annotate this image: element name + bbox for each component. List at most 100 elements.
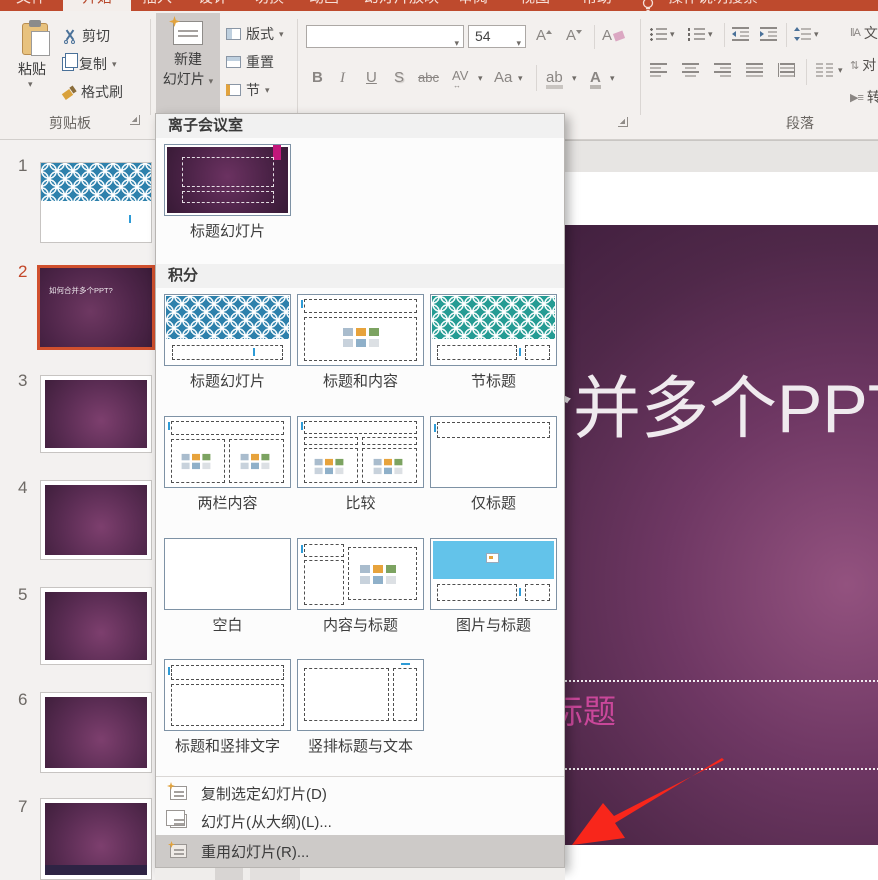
font-dialog-launcher-icon[interactable] — [618, 117, 628, 127]
highlight-color-arrow[interactable]: ▾ — [572, 73, 577, 84]
font-size-combobox[interactable]: 54 ▾ — [468, 25, 526, 48]
layout-button[interactable]: 版式 ▾ — [226, 23, 284, 45]
format-painter-button[interactable]: 格式刷 — [62, 81, 123, 103]
tab-file[interactable]: 文件 — [10, 0, 52, 11]
section-icon — [226, 84, 241, 96]
tab-slideshow[interactable]: 幻灯片放映 — [358, 0, 445, 11]
smartart-button[interactable]: ▶≡转 — [850, 87, 878, 107]
tab-slideshow-label: 幻灯片放映 — [364, 0, 439, 6]
align-center-icon[interactable] — [682, 63, 699, 77]
font-size-dropdown-arrow[interactable]: ▾ — [516, 33, 521, 54]
tab-home[interactable]: 开始 — [63, 0, 131, 11]
slide-canvas[interactable]: 如何合并多个PPT? 标题 — [565, 225, 878, 845]
font-color-button[interactable]: A — [590, 67, 601, 89]
bullets-arrow[interactable]: ▾ — [670, 29, 675, 40]
reset-button[interactable]: 重置 — [226, 51, 274, 73]
layout-option-two-content[interactable]: 两栏内容 — [164, 416, 291, 513]
layout-thumbnail — [164, 294, 291, 366]
paste-button[interactable]: 粘贴 ▾ — [4, 13, 60, 113]
numbering-icon[interactable] — [688, 27, 705, 41]
new-slide-button[interactable]: 新建 幻灯片 ▾ — [156, 13, 220, 115]
layout-option-comparison[interactable]: 比较 — [297, 416, 424, 513]
change-case-arrow[interactable]: ▾ — [518, 73, 523, 84]
layout-option-blank[interactable]: 空白 — [164, 538, 291, 635]
slide-thumbnail-6[interactable] — [40, 692, 152, 773]
group-divider — [150, 19, 151, 115]
content-icons — [182, 454, 211, 469]
clipboard-dialog-launcher-icon[interactable] — [130, 115, 140, 125]
align-text-button[interactable]: ⇅对 — [850, 55, 876, 75]
layout-option-title-slide[interactable]: 标题幻灯片 — [164, 294, 291, 391]
menu-item-duplicate-selected-slides[interactable]: 复制选定幻灯片(D) — [156, 779, 564, 807]
italic-button[interactable]: I — [340, 67, 345, 89]
strikethrough-button[interactable]: abc — [418, 67, 439, 89]
copy-button[interactable]: 复制 ▾ — [62, 53, 117, 75]
align-right-icon[interactable] — [714, 63, 731, 77]
placeholder-outline — [304, 668, 389, 721]
layout-option-vertical-title-and-text[interactable]: 竖排标题与文本 — [297, 659, 424, 756]
change-case-button[interactable]: Aa — [494, 67, 512, 89]
line-spacing-arrow[interactable]: ▾ — [814, 29, 819, 40]
tell-me-search[interactable]: 操作说明搜索 — [662, 0, 764, 11]
slide-number: 6 — [18, 690, 27, 710]
align-left-icon[interactable] — [650, 63, 667, 77]
reset-label: 重置 — [246, 52, 274, 72]
duplicate-slide-icon — [170, 786, 187, 800]
line-spacing-icon[interactable] — [794, 27, 811, 41]
underline-button[interactable]: U — [366, 67, 377, 89]
text-direction-button[interactable]: ‖A文 — [850, 23, 878, 43]
tab-transitions[interactable]: 切换 — [248, 0, 290, 11]
grow-font-button[interactable]: A — [536, 25, 552, 47]
layout-option-title-only[interactable]: 仅标题 — [430, 416, 557, 513]
tab-view[interactable]: 视图 — [514, 0, 556, 11]
clear-formatting-button[interactable]: A — [602, 25, 624, 47]
increase-indent-icon[interactable] — [760, 27, 777, 41]
layout-option-ion-title-slide[interactable]: 标题幻灯片 — [164, 144, 291, 241]
cut-button[interactable]: 剪切 — [62, 25, 110, 47]
slide-thumbnail-4[interactable] — [40, 480, 152, 560]
tab-help[interactable]: 帮助 — [576, 0, 618, 11]
decrease-indent-icon[interactable] — [732, 27, 749, 41]
slide-thumbnail-2-selected[interactable]: 如何合并多个PPT? — [37, 265, 155, 350]
menu-item-slides-from-outline[interactable]: 幻灯片(从大纲)(L)... — [156, 807, 564, 835]
tab-insert[interactable]: 插入 — [136, 0, 178, 11]
character-spacing-button[interactable]: AV↔ — [452, 65, 468, 87]
tab-design[interactable]: 设计 — [192, 0, 234, 11]
paste-dropdown-arrow[interactable]: ▾ — [28, 79, 33, 90]
tab-animations[interactable]: 动画 — [303, 0, 345, 11]
justify-icon[interactable] — [746, 63, 763, 77]
tab-review[interactable]: 审阅 — [452, 0, 494, 11]
italic-label: I — [340, 70, 345, 86]
slide-thumbnail-7[interactable] — [40, 798, 152, 880]
slide-thumbnail-3[interactable] — [40, 375, 152, 453]
new-slide-dropdown-arrow[interactable]: ▾ — [209, 76, 214, 86]
spacing-arrows-icon: ↔ — [453, 81, 461, 90]
layout-option-content-with-caption[interactable]: 内容与标题 — [297, 538, 424, 635]
section-button[interactable]: 节 ▾ — [226, 79, 270, 101]
text-shadow-button[interactable]: S — [394, 67, 404, 89]
columns-icon[interactable] — [816, 63, 833, 77]
slide-thumbnail-1[interactable] — [40, 162, 152, 243]
layout-label: 竖排标题与文本 — [297, 735, 424, 756]
menu-item-reuse-slides[interactable]: 重用幻灯片(R)... — [156, 835, 564, 867]
font-name-combobox[interactable]: ▾ — [306, 25, 464, 48]
bold-button[interactable]: B — [312, 67, 323, 89]
editor-top-margin — [565, 140, 878, 172]
columns-arrow[interactable]: ▾ — [838, 65, 843, 76]
shrink-font-button[interactable]: A — [566, 25, 582, 47]
layout-option-title-and-content[interactable]: 标题和内容 — [297, 294, 424, 391]
slide-thumbnail-5[interactable] — [40, 587, 152, 665]
numbering-arrow[interactable]: ▾ — [708, 29, 713, 40]
copy-dropdown-arrow[interactable]: ▾ — [112, 59, 117, 70]
distribute-text-icon[interactable] — [778, 63, 795, 77]
font-name-dropdown-arrow[interactable]: ▾ — [454, 33, 459, 54]
slide-subtitle-placeholder-text[interactable]: 标题 — [565, 685, 616, 733]
layout-option-picture-with-caption[interactable]: 图片与标题 — [430, 538, 557, 635]
layout-option-section-header[interactable]: 节标题 — [430, 294, 557, 391]
layout-option-title-and-vertical-text[interactable]: 标题和竖排文字 — [164, 659, 291, 756]
font-color-arrow[interactable]: ▾ — [610, 73, 615, 84]
highlight-color-button[interactable]: ab — [546, 67, 563, 89]
bullets-icon[interactable] — [650, 27, 667, 41]
slide-title-text[interactable]: 如何合并多个PPT? — [565, 353, 878, 452]
character-spacing-arrow[interactable]: ▾ — [478, 73, 483, 84]
